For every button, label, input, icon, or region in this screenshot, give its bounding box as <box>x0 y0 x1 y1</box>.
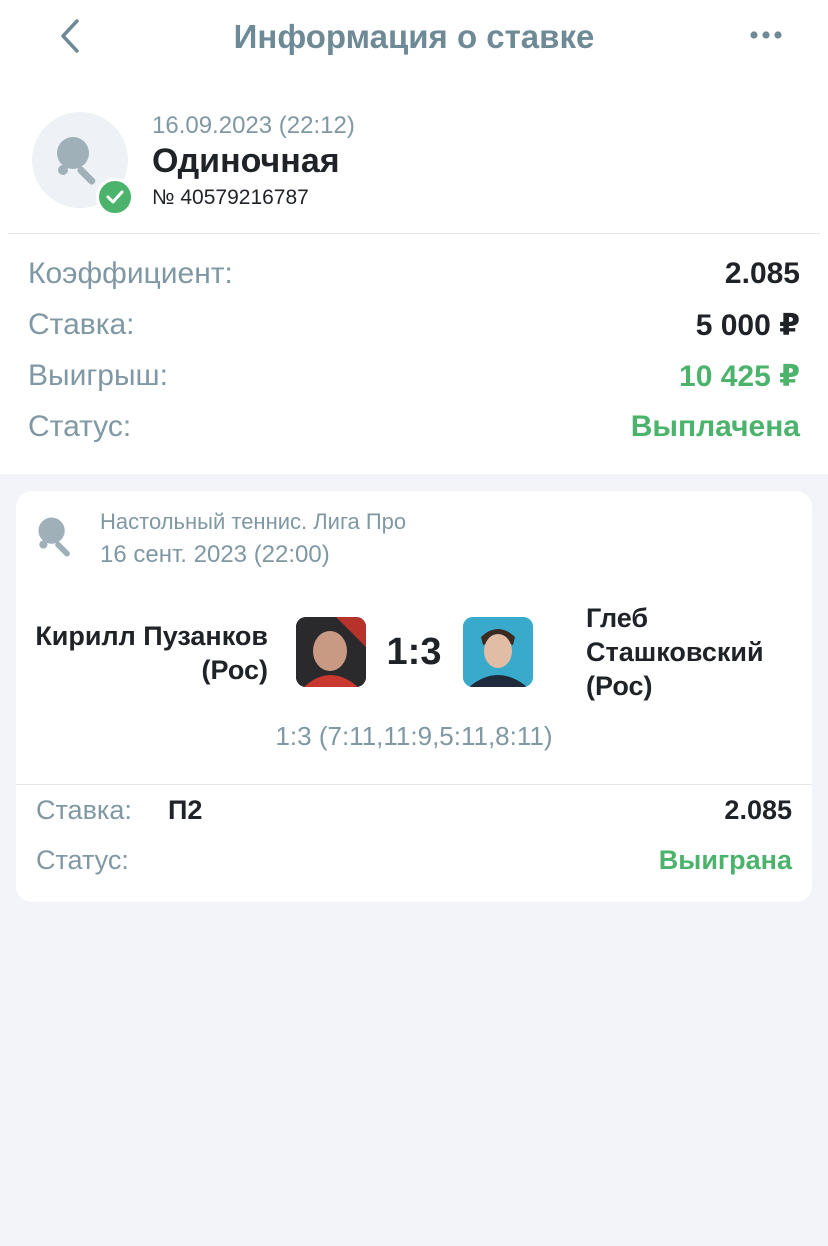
status-value: Выплачена <box>630 410 800 443</box>
more-button[interactable] <box>742 20 790 52</box>
stake-label: Ставка: <box>28 308 135 341</box>
event-status-row: Статус: Выиграна <box>36 845 792 881</box>
divider <box>16 784 812 785</box>
check-icon <box>96 178 134 216</box>
more-dots-icon <box>749 27 783 45</box>
bet-date: 16.09.2023 (22:12) <box>152 112 355 139</box>
bet-pick-label: Ставка: <box>36 795 132 825</box>
status-label: Статус: <box>28 410 132 443</box>
bet-type: Одиночная <box>152 142 340 180</box>
team2-name: Глеб Сташковский (Рос) <box>586 603 764 701</box>
event-card[interactable]: Настольный теннис. Лига Про 16 сент. 202… <box>16 491 812 902</box>
win-value: 10 425 ₽ <box>679 359 800 393</box>
bet-pick: П2 <box>168 795 203 825</box>
score-detail: 1:3 (7:11,11:9,5:11,8:11) <box>275 721 553 751</box>
odds-label: Коэффициент: <box>28 257 233 290</box>
odds-value: 2.085 <box>724 257 800 290</box>
team2-avatar <box>463 617 533 687</box>
event-date: 16 сент. 2023 (22:00) <box>100 541 330 568</box>
win-label: Выигрыш: <box>28 359 168 392</box>
team1-name: Кирилл Пузанков (Рос) <box>35 621 268 685</box>
table-tennis-icon <box>36 515 82 566</box>
divider <box>8 233 820 234</box>
nav-header: Информация о ставке <box>0 0 828 76</box>
odds-row: Коэффициент: 2.085 <box>28 254 800 294</box>
match-score: 1:3 <box>386 631 442 673</box>
event-league: Настольный теннис. Лига Про <box>100 509 407 534</box>
status-row: Статус: Выплачена <box>28 407 800 447</box>
page-title: Информация о ставке <box>233 18 595 55</box>
bet-pick-odds: 2.085 <box>724 795 792 825</box>
event-status-label: Статус: <box>36 845 129 875</box>
event-status-value: Выиграна <box>658 845 792 875</box>
bet-pick-row: Ставка: П2 2.085 <box>36 795 792 831</box>
bet-summary-panel: Информация о ставке 16.09.2023 (22:12) О… <box>0 0 828 474</box>
bet-number: № 40579216787 <box>152 186 309 209</box>
stake-value: 5 000 ₽ <box>695 308 800 342</box>
stake-row: Ставка: 5 000 ₽ <box>28 305 800 345</box>
win-row: Выигрыш: 10 425 ₽ <box>28 356 800 396</box>
team1-avatar <box>296 617 366 687</box>
